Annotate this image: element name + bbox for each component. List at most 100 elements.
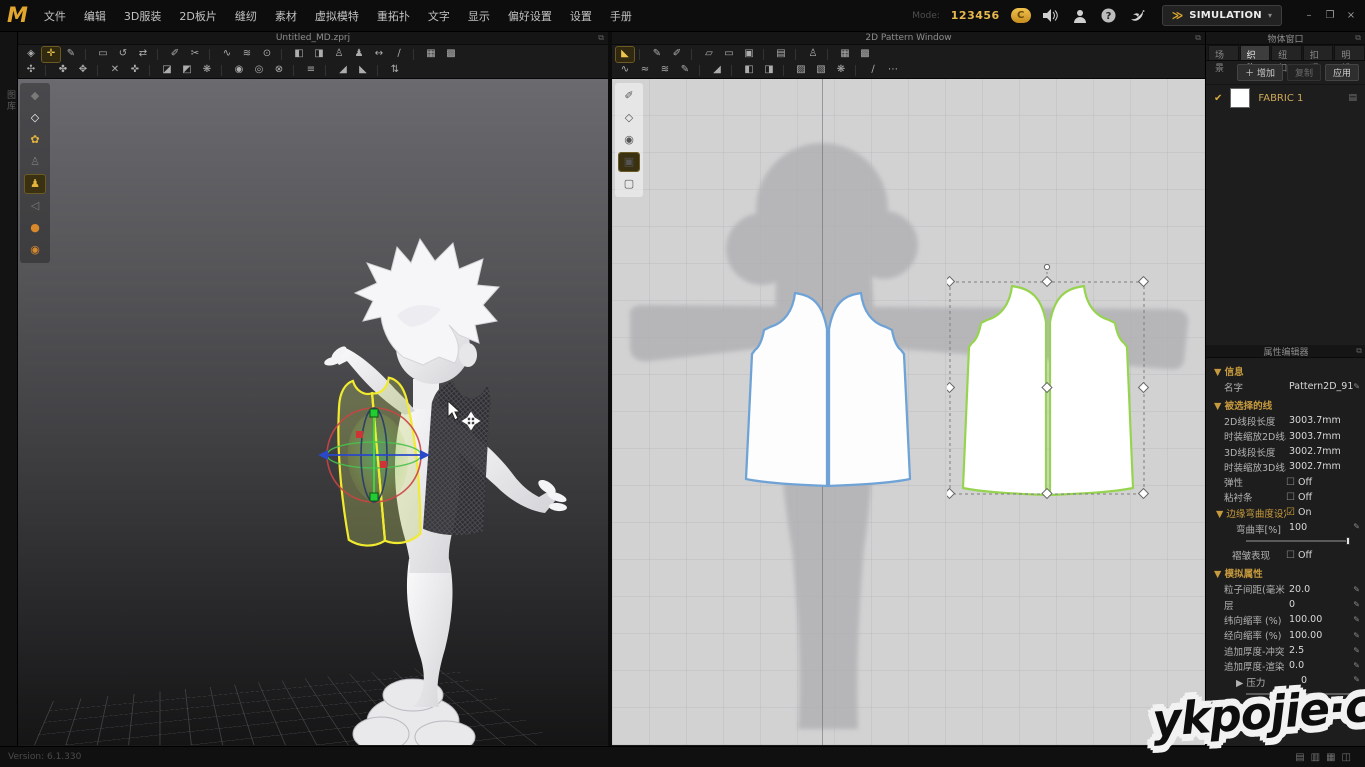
sew-segment-icon[interactable]: ∿: [616, 63, 634, 78]
texture-icon[interactable]: ▨: [792, 63, 810, 78]
status-grid-icon[interactable]: ▥: [1311, 752, 1320, 763]
menu-item[interactable]: 2D板片: [171, 5, 224, 27]
separator[interactable]: [699, 65, 705, 76]
sew-multi-icon[interactable]: ≋: [656, 63, 674, 78]
pin-select-icon[interactable]: ✤: [54, 63, 72, 78]
simulation-button[interactable]: ≫ SIMULATION ▾: [1162, 5, 1282, 26]
status-panel-icon[interactable]: ▦: [1326, 752, 1335, 763]
pleats-icon[interactable]: ▤: [772, 47, 790, 62]
menu-item[interactable]: 编辑: [76, 5, 114, 27]
rotate-pattern-icon[interactable]: ↺: [114, 47, 132, 62]
separator[interactable]: [413, 49, 419, 60]
restore-button[interactable]: ❐: [1324, 10, 1336, 21]
menu-item[interactable]: 3D服装: [116, 5, 169, 27]
seam-allowance-icon[interactable]: ◢: [708, 63, 726, 78]
circle-pattern-icon[interactable]: ▣: [740, 47, 758, 62]
separator[interactable]: [85, 49, 91, 60]
separator[interactable]: [157, 49, 163, 60]
tab-buttonhole[interactable]: 扣眼: [1303, 45, 1334, 60]
separator[interactable]: [377, 65, 383, 76]
menu-item[interactable]: 显示: [460, 5, 498, 27]
fitting-show-icon[interactable]: ◩: [178, 63, 196, 78]
flatten-right-icon[interactable]: ◨: [760, 63, 778, 78]
move-pattern-icon[interactable]: ▭: [94, 47, 112, 62]
flip-pattern-icon[interactable]: ⇄: [134, 47, 152, 62]
move-gizmo-icon[interactable]: ✛: [42, 47, 60, 62]
drape-right-icon[interactable]: ◣: [354, 63, 372, 78]
zipper-icon[interactable]: ⊗: [270, 63, 288, 78]
fold-arrangement-icon[interactable]: ✕: [106, 63, 124, 78]
grid-dense-icon[interactable]: ▩: [442, 47, 460, 62]
edit-pencil-icon[interactable]: ✎: [1353, 661, 1360, 670]
tab-button[interactable]: 纽扣: [1271, 45, 1302, 60]
separator[interactable]: [795, 49, 801, 60]
sew-edit-icon[interactable]: ✎: [676, 63, 694, 78]
help-icon[interactable]: ?: [1100, 8, 1118, 24]
baseline-icon[interactable]: ⋯: [884, 63, 902, 78]
topstitch-icon[interactable]: ≡: [302, 63, 320, 78]
show-bounding-sphere-icon[interactable]: ◉: [25, 241, 45, 259]
grid-2d-dense-icon[interactable]: ▩: [856, 47, 874, 62]
separator[interactable]: [97, 65, 103, 76]
show-avatar-dressed-icon[interactable]: ♟: [25, 175, 45, 193]
show-sphere-2d-icon[interactable]: ◉: [619, 131, 639, 149]
grid-2d-icon[interactable]: ▦: [836, 47, 854, 62]
measure-edit-icon[interactable]: ∕: [390, 47, 408, 62]
grid-icon[interactable]: ▦: [422, 47, 440, 62]
menu-item[interactable]: 虚拟模特: [307, 5, 367, 27]
popout-icon[interactable]: ⧉: [1195, 33, 1201, 43]
property-slider[interactable]: [1246, 540, 1350, 543]
edit-pencil-icon[interactable]: ✎: [1353, 382, 1360, 391]
shrink-icon[interactable]: ❋: [198, 63, 216, 78]
user-icon[interactable]: [1071, 8, 1089, 24]
menu-item[interactable]: 重拓扑: [369, 5, 418, 27]
library-tab[interactable]: 图库: [4, 90, 17, 112]
coin-icon[interactable]: C: [1011, 8, 1031, 23]
avatar-display-icon[interactable]: ♙: [330, 47, 348, 62]
status-view-icon[interactable]: ◫: [1342, 752, 1351, 763]
viewport-3d[interactable]: ◆◇✿♙♟◁●◉: [18, 79, 608, 745]
popout-icon[interactable]: ⧉: [1356, 346, 1362, 356]
separator[interactable]: [281, 49, 287, 60]
fabric-check-icon[interactable]: ✔: [1214, 93, 1222, 104]
show-pattern-2d-icon[interactable]: ▣: [619, 153, 639, 171]
show-avatar-head-icon[interactable]: ●: [25, 219, 45, 237]
tab-topstitch[interactable]: 明线: [1334, 45, 1365, 60]
avatar-pose-icon[interactable]: ♟: [350, 47, 368, 62]
checkbox-icon[interactable]: ☑: [1286, 507, 1295, 518]
edit-curve-icon[interactable]: ✐: [668, 47, 686, 62]
show-garment-2d-icon[interactable]: ◇: [619, 109, 639, 127]
separator[interactable]: [209, 49, 215, 60]
flatten-left-icon[interactable]: ◧: [740, 63, 758, 78]
separator[interactable]: [691, 49, 697, 60]
pin-move-icon[interactable]: ✥: [74, 63, 92, 78]
print-layout-icon[interactable]: ❋: [832, 63, 850, 78]
checkbox-icon[interactable]: ☐: [1286, 492, 1295, 503]
edit-pencil-icon[interactable]: ✎: [1353, 585, 1360, 594]
pattern-pair-selected[interactable]: [947, 264, 1149, 502]
line-tool-icon[interactable]: ∕: [864, 63, 882, 78]
simulation-dropdown-icon[interactable]: ▾: [1268, 11, 1272, 20]
free-sewing-icon[interactable]: ≋: [238, 47, 256, 62]
fabric-detail-icon[interactable]: ▤: [1348, 93, 1357, 103]
edit-texture-icon[interactable]: ✐: [619, 87, 639, 105]
arrange-clone-icon[interactable]: ◨: [310, 47, 328, 62]
fitting-suit-icon[interactable]: ◪: [158, 63, 176, 78]
separator[interactable]: [325, 65, 331, 76]
edit-pattern-icon[interactable]: ✎: [648, 47, 666, 62]
scissors-icon[interactable]: ✂: [186, 47, 204, 62]
edit-pencil-icon[interactable]: ✎: [1353, 646, 1360, 655]
show-cloth-icon[interactable]: ◁: [25, 197, 45, 215]
apply-fabric-button[interactable]: 应用: [1325, 64, 1359, 81]
fabric-swatch[interactable]: [1230, 88, 1250, 108]
arrange-garment-icon[interactable]: ◧: [290, 47, 308, 62]
separator[interactable]: [855, 65, 861, 76]
separator[interactable]: [149, 65, 155, 76]
close-button[interactable]: ×: [1345, 10, 1357, 21]
pen-3d-icon[interactable]: ✐: [166, 47, 184, 62]
transform-pattern-icon[interactable]: ◣: [616, 47, 634, 62]
separator[interactable]: [763, 49, 769, 60]
menu-item[interactable]: 设置: [562, 5, 600, 27]
separator[interactable]: [293, 65, 299, 76]
show-garment-icon[interactable]: ◆: [25, 87, 45, 105]
